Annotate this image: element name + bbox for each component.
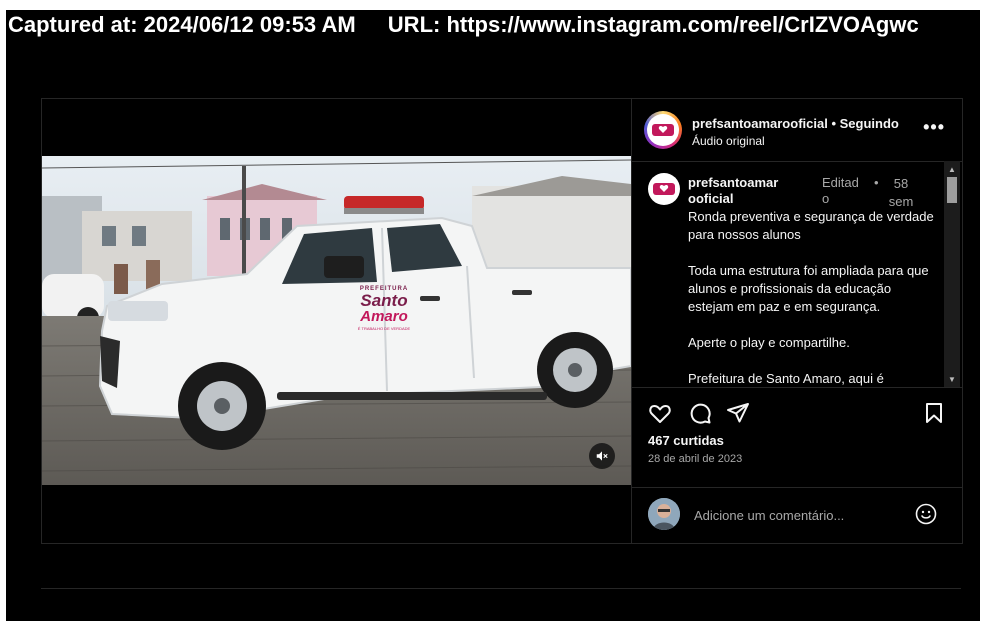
header-separator: • [827,116,840,131]
scroll-up-arrow-icon[interactable]: ▲ [944,161,960,177]
more-horizontal-icon: ••• [923,117,945,137]
caption-avatar[interactable] [648,173,680,205]
caption-edited: Editado [822,175,859,206]
share-icon[interactable] [726,401,750,425]
comment-input[interactable] [692,504,906,526]
page-divider [41,588,961,589]
caption-dot: • [874,175,879,190]
post-dialog: PREFEITURA Santo Amaro É TRABALHO DE VER… [41,98,963,544]
user-photo [648,498,680,530]
mute-button[interactable] [589,443,615,469]
prefeitura-logo-icon [652,124,674,136]
audio-label[interactable]: Áudio original [692,134,765,148]
capture-header: Captured at: 2024/06/12 09:53 AM URL: ht… [8,12,982,38]
bookmark-icon[interactable] [922,401,946,425]
logo-line2: Santo [360,291,408,310]
post-header: prefsantoamarooficial • Seguindo Áudio o… [632,99,963,162]
media-panel: PREFEITURA Santo Amaro É TRABALHO DE VER… [42,99,631,543]
follow-status[interactable]: Seguindo [840,116,899,131]
logo-tagline: É TRABALHO DE VERDADE [357,326,411,331]
post-actions: 467 curtidas 28 de abril de 2023 [632,387,963,487]
caption-paragraph: Aperte o play e compartilhe. [688,335,850,350]
user-avatar [648,498,680,530]
muted-speaker-icon [596,451,608,461]
capture-url: URL: https://www.instagram.com/reel/CrIZ… [387,12,919,37]
scroll-down-arrow-icon[interactable]: ▼ [944,371,960,387]
video-frame [42,156,631,485]
caption-paragraph: Prefeitura de Santo Amaro, aqui é [688,371,884,386]
comment-icon[interactable] [688,401,712,425]
caption-time[interactable]: 58 sem [886,175,916,211]
caption-text: Ronda preventiva e segurança de verdade … [688,208,938,387]
scroll-thumb[interactable] [947,177,957,203]
more-options-button[interactable]: ••• [923,117,945,138]
caption-paragraph: Ronda preventiva e segurança de verdade … [688,209,934,242]
caption-scrollbar[interactable]: ▲ ▼ [944,161,960,387]
likes-count[interactable]: 467 curtidas [648,433,724,448]
logo-line3: Amaro [360,308,408,325]
vehicle-logo: PREFEITURA Santo Amaro É TRABALHO DE VER… [354,286,414,331]
caption-area: prefsantoamarooficial Editado • 58 sem R… [632,161,963,388]
emoji-icon[interactable] [914,502,938,526]
header-username[interactable]: prefsantoamarooficial [692,116,828,131]
heart-icon[interactable] [648,401,672,425]
capture-timestamp: Captured at: 2024/06/12 09:53 AM [8,12,356,37]
caption-username[interactable]: prefsantoamarooficial [688,175,784,207]
prefeitura-logo-icon [653,183,675,195]
comment-bar [632,487,963,544]
reel-video[interactable]: PREFEITURA Santo Amaro É TRABALHO DE VER… [42,156,631,485]
post-date[interactable]: 28 de abril de 2023 [648,453,742,465]
header-username-line: prefsantoamarooficial • Seguindo [692,116,899,131]
post-sidebar: prefsantoamarooficial • Seguindo Áudio o… [631,99,963,543]
profile-avatar[interactable] [644,111,682,149]
caption-paragraph: Toda uma estrutura foi ampliada para que… [688,263,929,314]
